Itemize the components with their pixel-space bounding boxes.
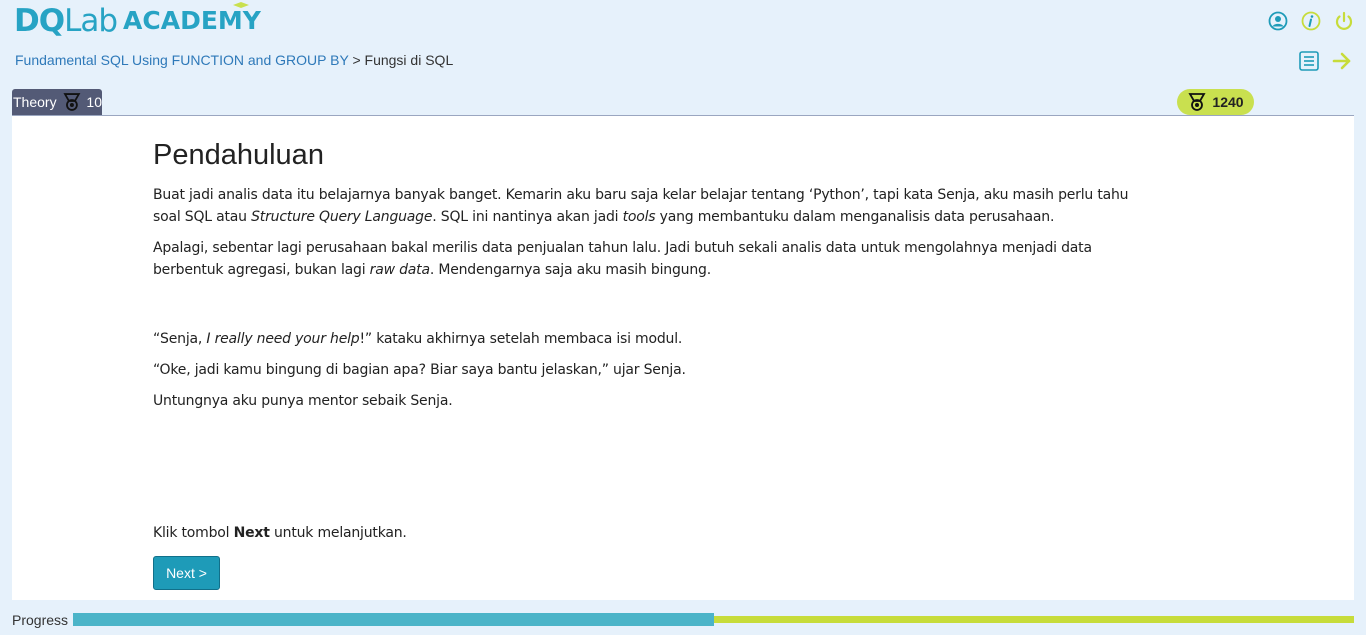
- lesson-p1-text-c: yang membantuku dalam menganalisis data …: [655, 209, 1055, 225]
- breadcrumb: Fundamental SQL Using FUNCTION and GROUP…: [15, 52, 453, 68]
- lesson-paragraph-5: Untungnya aku punya mentor sebaik Senja.: [153, 393, 453, 409]
- progress-fill: [73, 613, 714, 626]
- logo-brand-main: DQ: [14, 3, 65, 39]
- breadcrumb-current: Fungsi di SQL: [364, 52, 454, 68]
- next-button[interactable]: Next >: [153, 556, 220, 590]
- lesson-p1-text-b: . SQL ini nantinya akan jadi: [432, 209, 623, 225]
- lesson-instruction: Klik tombol Next untuk melanjutkan.: [153, 522, 1143, 544]
- medal-icon: [63, 93, 80, 111]
- medal-icon: [1188, 93, 1206, 111]
- tab-theory-label: Theory: [13, 94, 57, 110]
- next-arrow-icon[interactable]: [1331, 50, 1353, 72]
- breadcrumb-course-link[interactable]: Fundamental SQL Using FUNCTION and GROUP…: [15, 52, 349, 68]
- lesson-p3-em: I really need your help: [206, 331, 360, 347]
- lesson-panel: Pendahuluan Buat jadi analis data itu be…: [12, 116, 1354, 600]
- lesson-paragraph-3: “Senja, I really need your help!” kataku…: [153, 328, 1143, 350]
- lesson-body: Pendahuluan Buat jadi analis data itu be…: [153, 138, 1143, 590]
- tab-theory[interactable]: Theory 10: [12, 89, 102, 115]
- instruction-next-word: Next: [233, 525, 270, 541]
- lesson-p3-text-b: !” kataku akhirnya setelah membaca isi m…: [359, 331, 683, 347]
- profile-icon[interactable]: [1268, 11, 1288, 31]
- lesson-paragraph-2: Apalagi, sebentar lagi perusahaan bakal …: [153, 237, 1143, 281]
- score-badge: 1240: [1177, 89, 1254, 115]
- lesson-title: Pendahuluan: [153, 139, 324, 171]
- list-icon[interactable]: [1298, 50, 1320, 72]
- lesson-p2-text-b: . Mendengarnya saja aku masih bingung.: [429, 262, 711, 278]
- logo-brand: DQLab: [14, 2, 118, 40]
- instruction-text-c: untuk melanjutkan.: [269, 525, 407, 541]
- lesson-p3-text-a: “Senja,: [153, 331, 207, 347]
- lesson-p1-em-2: tools: [622, 209, 656, 225]
- breadcrumb-separator: >: [352, 52, 361, 68]
- logo-academy-text: ACADEMY: [123, 6, 261, 35]
- lesson-paragraph-1: Buat jadi analis data itu belajarnya ban…: [153, 184, 1143, 228]
- tab-theory-points: 10: [86, 94, 102, 110]
- logo-brand-lab: Lab: [64, 3, 118, 39]
- lesson-p1-em-1: Structure Query Language: [251, 209, 433, 225]
- graduation-cap-icon: [233, 2, 250, 8]
- top-icons: [1268, 11, 1354, 31]
- instruction-text-a: Klik tombol: [153, 525, 234, 541]
- info-icon[interactable]: [1301, 11, 1321, 31]
- power-icon[interactable]: [1334, 11, 1354, 31]
- lesson-nav: [1298, 50, 1353, 72]
- logo-academy: ACADEMY: [123, 2, 261, 40]
- logo[interactable]: DQLab ACADEMY: [14, 2, 261, 40]
- lesson-paragraph-4: “Oke, jadi kamu bingung di bagian apa? B…: [153, 362, 686, 378]
- progress-label: Progress: [12, 612, 69, 628]
- score-value: 1240: [1212, 94, 1244, 110]
- lesson-p2-em: raw data: [369, 262, 430, 278]
